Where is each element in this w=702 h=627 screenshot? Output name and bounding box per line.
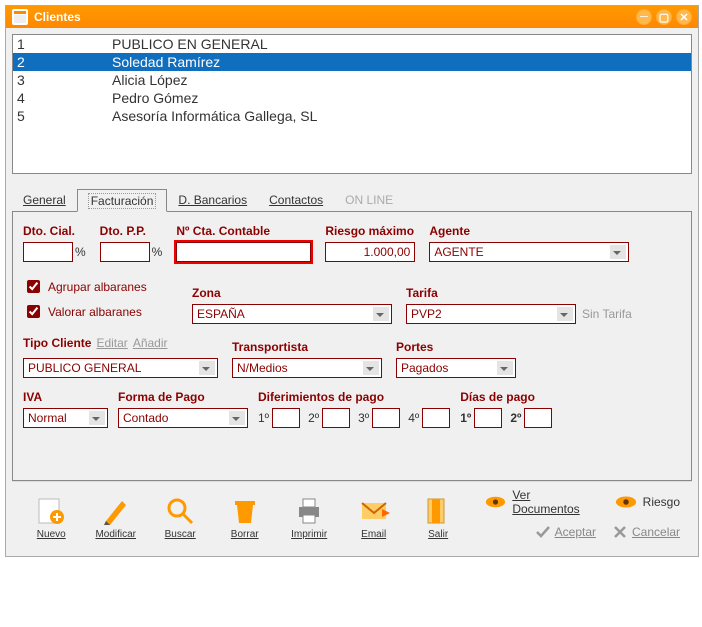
field-tarifa: Tarifa Sin Tarifa [406,286,632,324]
table-row[interactable]: 3Alicia López [13,71,691,89]
field-dias-pago: Días de pago 1º 2º [460,390,552,428]
riesgo-button[interactable]: Riesgo [615,488,680,516]
transportista-select[interactable] [232,358,382,378]
table-row[interactable]: 2Soledad Ramírez [13,53,691,71]
toolbar: Nuevo Modificar Buscar Borrar Imprimir E… [12,481,692,550]
agente-select[interactable] [429,242,629,262]
field-transportista: Transportista [232,340,382,378]
riesgo-max-input[interactable] [325,242,415,262]
search-icon [164,495,196,527]
table-row[interactable]: 1PUBLICO EN GENERAL [13,35,691,53]
edit-icon [100,495,132,527]
field-dto-cial: Dto. Cial. % [23,224,86,262]
maximize-button[interactable]: ▢ [656,9,672,25]
cancelar-button[interactable]: Cancelar [612,524,680,540]
table-row[interactable]: 5Asesoría Informática Gallega, SL [13,107,691,125]
iva-select[interactable] [23,408,108,428]
field-agente: Agente [429,224,629,262]
dia1-input[interactable] [474,408,502,428]
field-portes: Portes [396,340,516,378]
close-button[interactable]: ✕ [676,9,692,25]
check-icon [535,524,551,540]
tab-dbancarios[interactable]: D. Bancarios [167,188,258,211]
dif1-input[interactable] [272,408,300,428]
imprimir-button[interactable]: Imprimir [282,495,336,540]
trash-icon [229,495,261,527]
aceptar-button[interactable]: Aceptar [535,524,596,540]
field-tipo-cliente: Tipo Cliente Editar Añadir [23,336,218,378]
email-button[interactable]: Email [346,495,400,540]
dif4-input[interactable] [422,408,450,428]
facturacion-panel: Dto. Cial. % Dto. P.P. % Nº Cta. Contabl… [12,211,692,481]
zona-select[interactable] [192,304,392,324]
minimize-button[interactable]: ─ [636,9,652,25]
eye-icon [485,495,506,509]
tipo-cliente-select[interactable] [23,358,218,378]
exit-icon [422,495,454,527]
buscar-button[interactable]: Buscar [153,495,207,540]
print-icon [293,495,325,527]
app-icon [12,9,28,25]
tab-online: ON LINE [334,188,404,211]
tab-contactos[interactable]: Contactos [258,188,334,211]
tab-strip: General Facturación D. Bancarios Contact… [12,188,692,211]
new-icon [35,495,67,527]
field-zona: Zona [192,286,392,324]
borrar-button[interactable]: Borrar [217,495,271,540]
clientes-window: Clientes ─ ▢ ✕ 1PUBLICO EN GENERAL2Soled… [5,5,699,557]
sin-tarifa-label: Sin Tarifa [582,307,632,321]
tab-general[interactable]: General [12,188,77,211]
field-dto-pp: Dto. P.P. % [100,224,163,262]
forma-pago-select[interactable] [118,408,248,428]
field-riesgo-max: Riesgo máximo [325,224,415,262]
ncta-input[interactable] [176,242,311,262]
cancel-icon [612,524,628,540]
salir-button[interactable]: Salir [411,495,465,540]
dto-cial-input[interactable] [23,242,73,262]
window-title: Clientes [34,10,81,24]
dif3-input[interactable] [372,408,400,428]
eye-icon [615,495,637,509]
nuevo-button[interactable]: Nuevo [24,495,78,540]
modificar-button[interactable]: Modificar [88,495,142,540]
field-ncta: Nº Cta. Contable [176,224,311,262]
field-diferimientos: Diferimientos de pago 1º 2º 3º 4º [258,390,450,428]
field-forma-pago: Forma de Pago [118,390,248,428]
dto-pp-input[interactable] [100,242,150,262]
dif2-input[interactable] [322,408,350,428]
ver-documentos-button[interactable]: Ver Documentos [485,488,596,516]
editar-link[interactable]: Editar [96,336,127,350]
valorar-checkbox[interactable]: Valorar albaranes [23,302,178,321]
anadir-link[interactable]: Añadir [133,336,168,350]
table-row[interactable]: 4Pedro Gómez [13,89,691,107]
email-icon [358,495,390,527]
client-list[interactable]: 1PUBLICO EN GENERAL2Soledad Ramírez3Alic… [12,34,692,174]
agrupar-checkbox[interactable]: Agrupar albaranes [23,277,178,296]
titlebar: Clientes ─ ▢ ✕ [6,6,698,28]
dia2-input[interactable] [524,408,552,428]
tab-facturacion[interactable]: Facturación [77,189,168,212]
portes-select[interactable] [396,358,516,378]
field-iva: IVA [23,390,108,428]
tarifa-select[interactable] [406,304,576,324]
